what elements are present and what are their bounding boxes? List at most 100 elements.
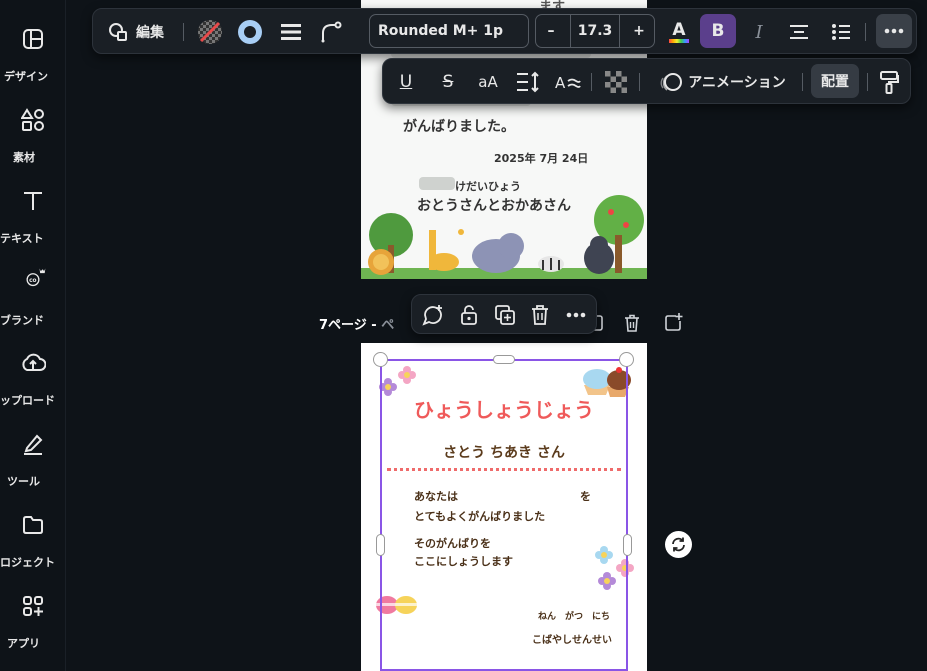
more-dots-icon xyxy=(566,312,586,318)
page-title-placeholder[interactable]: ペ xyxy=(381,318,394,333)
resize-handle-left[interactable] xyxy=(376,534,385,556)
resize-handle-top[interactable] xyxy=(493,355,515,364)
transparent-fill-icon xyxy=(198,20,222,44)
list-button[interactable] xyxy=(827,19,855,45)
add-page-after-button[interactable] xyxy=(662,310,686,334)
animation-icon xyxy=(660,73,683,91)
sidebar-item-label: テキスト xyxy=(0,232,44,245)
elements-icon xyxy=(20,107,46,133)
rotate-icon xyxy=(672,537,685,552)
delete-page-button[interactable] xyxy=(621,311,643,335)
sidebar-item-label: ロジェクト xyxy=(0,556,55,569)
delete-button[interactable] xyxy=(527,302,553,328)
edit-label: 編集 xyxy=(136,25,164,41)
folder-icon xyxy=(20,512,46,538)
more-dots-icon xyxy=(884,28,904,34)
page-title: 7ページ - ペ xyxy=(319,314,394,333)
copy-style-button[interactable] xyxy=(875,68,903,96)
lines-icon xyxy=(281,24,301,40)
comment-add-icon xyxy=(422,305,442,326)
font-size-increase-button[interactable]: + xyxy=(624,23,654,39)
more-options-button[interactable] xyxy=(876,14,912,48)
resize-handle-top-right[interactable] xyxy=(619,352,634,367)
italic-button[interactable]: I xyxy=(745,17,773,47)
underline-button[interactable]: U xyxy=(393,68,419,96)
left-sidebar: デザイン 素材 テキスト co ブランド ップロード ツール ロジェクト アプリ xyxy=(0,0,66,671)
svg-text:co: co xyxy=(29,278,36,284)
font-size-stepper[interactable]: – 17.3 + xyxy=(535,14,655,48)
duplicate-button[interactable] xyxy=(492,302,518,328)
border-color-button[interactable] xyxy=(235,17,265,47)
lock-button[interactable] xyxy=(456,302,482,328)
page-number-label: 7ページ - xyxy=(319,318,382,333)
font-size-decrease-button[interactable]: – xyxy=(536,23,566,39)
font-name: Rounded M+ 1p xyxy=(378,23,504,39)
italic-letter: I xyxy=(755,21,763,43)
spacing-button[interactable] xyxy=(514,68,542,96)
animals-illustration xyxy=(361,195,647,279)
sidebar-item-projects[interactable]: ロジェクト xyxy=(0,512,66,582)
strike-letter: S xyxy=(442,72,454,92)
sidebar-item-elements[interactable]: 素材 xyxy=(0,107,66,177)
border-style-button[interactable] xyxy=(277,19,305,45)
font-size-input[interactable]: 17.3 xyxy=(570,15,620,47)
element-more-button[interactable] xyxy=(562,302,590,328)
strikethrough-button[interactable]: S xyxy=(435,68,461,96)
corner-rounding-button[interactable] xyxy=(317,19,345,45)
page-text: がんばりました。 xyxy=(403,119,515,135)
sidebar-item-label: ップロード xyxy=(0,394,55,407)
page-date: 2025年 7月 24日 xyxy=(494,152,589,165)
paint-roller-icon xyxy=(880,71,899,94)
animation-label: アニメーション xyxy=(688,75,786,91)
position-button[interactable]: 配置 xyxy=(811,64,859,98)
text-color-letter: A xyxy=(672,20,686,40)
fill-color-button[interactable] xyxy=(195,17,225,47)
corner-curve-icon xyxy=(321,21,342,43)
transparency-button[interactable] xyxy=(601,68,631,96)
sidebar-item-label: ブランド xyxy=(0,314,44,327)
case-label: aA xyxy=(478,73,498,91)
sidebar-item-label: ツール xyxy=(7,475,40,488)
shapes-edit-icon xyxy=(109,23,127,41)
sidebar-item-label: デザイン xyxy=(4,70,48,83)
transparency-icon xyxy=(605,71,627,93)
text-color-button[interactable]: A xyxy=(665,16,693,48)
sidebar-item-tools[interactable]: ツール xyxy=(0,431,66,501)
letter-case-button[interactable]: aA xyxy=(473,68,503,96)
resize-handle-right[interactable] xyxy=(623,534,632,556)
text-effects-button[interactable]: A xyxy=(553,68,583,96)
duplicate-icon xyxy=(495,305,515,325)
sidebar-item-text[interactable]: テキスト xyxy=(0,188,66,258)
layout-icon xyxy=(20,26,46,52)
sidebar-item-brand[interactable]: co ブランド xyxy=(0,264,66,334)
text-icon xyxy=(20,188,46,214)
upload-icon xyxy=(20,350,46,376)
sidebar-item-design[interactable]: デザイン xyxy=(0,26,66,96)
svg-text:A: A xyxy=(555,74,566,92)
draw-icon xyxy=(20,431,46,457)
animate-button[interactable]: アニメーション xyxy=(649,68,795,96)
line-spacing-icon xyxy=(517,71,539,93)
edit-button[interactable]: 編集 xyxy=(103,19,169,45)
position-label: 配置 xyxy=(821,74,849,90)
apps-icon xyxy=(20,593,46,619)
brand-icon: co xyxy=(20,264,46,290)
font-family-selector[interactable]: Rounded M+ 1p xyxy=(369,14,529,48)
sidebar-item-upload[interactable]: ップロード xyxy=(0,350,66,420)
trash-icon xyxy=(625,314,639,332)
underline-letter: U xyxy=(399,72,413,92)
selection-frame[interactable] xyxy=(380,359,628,671)
bold-button[interactable]: B xyxy=(700,14,736,48)
border-ring-icon xyxy=(238,20,262,44)
text-toolbar-secondary: U S aA A アニメーション 配置 xyxy=(382,58,911,104)
trash-icon xyxy=(532,305,548,325)
bold-letter: B xyxy=(711,21,725,41)
sidebar-item-apps[interactable]: アプリ xyxy=(0,593,66,663)
align-center-button[interactable] xyxy=(785,19,813,45)
unlock-icon xyxy=(461,305,477,325)
blurred-name xyxy=(419,177,455,190)
comment-button[interactable] xyxy=(420,302,446,328)
resize-handle-top-left[interactable] xyxy=(373,352,388,367)
rotate-button[interactable] xyxy=(665,531,692,558)
sidebar-item-label: 素材 xyxy=(13,151,35,164)
